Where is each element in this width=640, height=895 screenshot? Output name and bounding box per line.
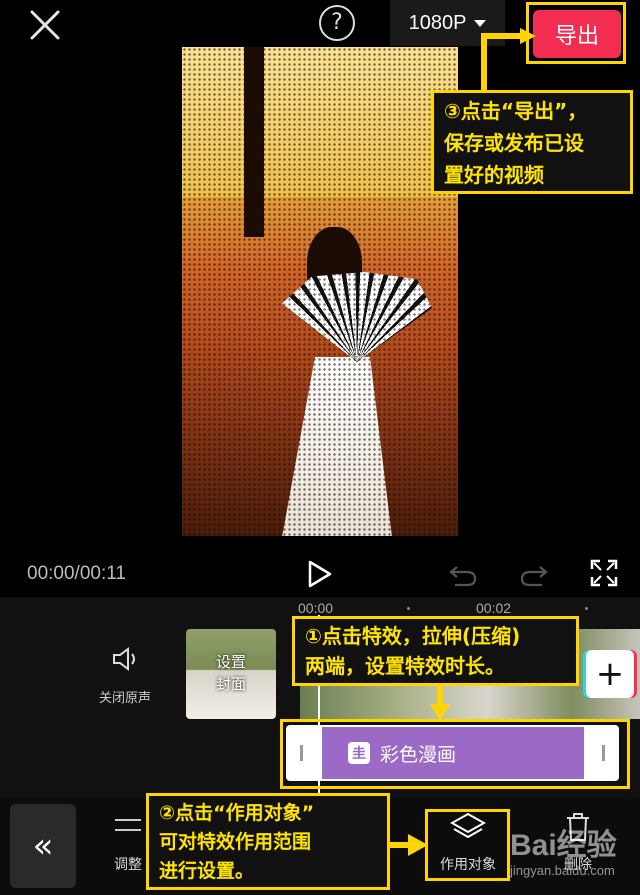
effect-highlight-box xyxy=(280,719,630,789)
play-icon[interactable] xyxy=(306,559,334,589)
undo-icon[interactable] xyxy=(449,561,477,587)
resolution-label: 1080P xyxy=(408,11,467,34)
chevron-down-icon xyxy=(474,19,487,27)
apply-target-highlight-box xyxy=(425,809,510,881)
step3-line2: 保存或发布已设 xyxy=(444,131,584,155)
close-icon[interactable] xyxy=(26,6,64,44)
sliders-icon xyxy=(115,819,141,831)
mute-label: 关闭原声 xyxy=(98,691,151,706)
watermark-url: jingyan.baidu.com xyxy=(510,863,615,878)
step2-line3: 进行设置。 xyxy=(159,860,255,882)
set-cover-button[interactable]: 设置 封面 xyxy=(186,629,276,719)
help-icon[interactable]: ? xyxy=(319,5,355,41)
step3-line1: ③点击“导出”， xyxy=(444,99,588,123)
video-preview[interactable] xyxy=(182,47,458,536)
add-clip-button[interactable]: + xyxy=(586,650,634,698)
step1-callout: ①点击特效，拉伸(压缩) 两端，设置特效时长。 xyxy=(292,616,579,686)
watermark-logo: Bai经验 xyxy=(510,829,617,862)
step1-arrow xyxy=(430,684,450,720)
step3-arrow xyxy=(481,28,536,92)
step3-line3: 置好的视频 xyxy=(444,163,544,187)
playback-time: 00:00/00:11 xyxy=(27,563,126,584)
step1-line2: 两端，设置特效时长。 xyxy=(305,654,505,678)
halftone-overlay xyxy=(182,47,458,536)
step1-line1: ①点击特效，拉伸(压缩) xyxy=(305,624,521,648)
timeline-dot xyxy=(407,607,410,610)
fullscreen-icon[interactable] xyxy=(590,559,618,587)
step3-callout: ③点击“导出”， 保存或发布已设 置好的视频 xyxy=(431,90,633,194)
timeline-tick: 00:02 xyxy=(476,600,512,616)
timeline-tick: 00:00 xyxy=(298,600,334,616)
back-chevron-button[interactable]: « xyxy=(10,804,76,888)
step2-line1: ②点击“作用对象” xyxy=(159,802,315,824)
cover-label-line1: 设置 xyxy=(215,653,246,671)
mute-original-button[interactable]: 关闭原声 xyxy=(85,645,165,706)
redo-icon[interactable] xyxy=(520,561,548,587)
cover-label-line2: 封面 xyxy=(215,675,246,693)
timeline-dot xyxy=(585,607,588,610)
step2-line2: 可对特效作用范围 xyxy=(159,831,312,853)
step2-callout: ②点击“作用对象” 可对特效作用范围 进行设置。 xyxy=(146,793,390,890)
export-highlight-box xyxy=(526,2,626,64)
speaker-icon xyxy=(113,647,135,671)
step2-arrow xyxy=(388,834,428,856)
